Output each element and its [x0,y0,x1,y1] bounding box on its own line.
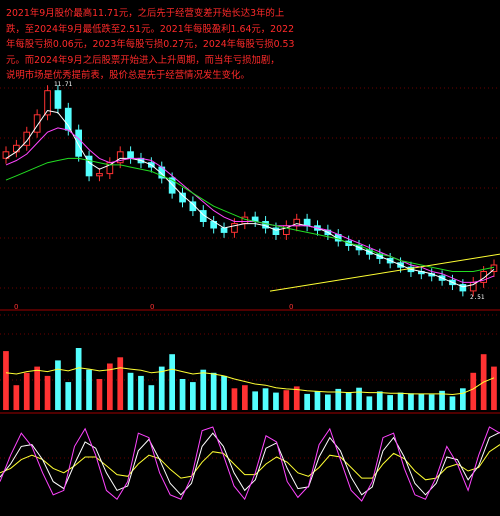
volume-bar [304,393,310,410]
annotation-line: 说明市场是优秀提前表，股价总是先于经营情况发生变化。 [6,70,250,82]
candle-body [54,90,62,109]
grid-lines [0,87,500,459]
volume-bar [34,366,40,410]
volume-bar [158,366,165,410]
oscillator-panel [0,426,500,502]
volume-bar [138,375,144,410]
volume-bar [107,363,113,410]
ma-long-line [5,157,495,272]
year-marker-3: 0 [289,303,293,311]
low-price-label: 2.51 [470,294,485,301]
volume-bar [23,372,30,410]
candle-body [96,173,103,177]
volume-bar [449,396,456,410]
price-panel [2,85,500,297]
volume-bar [397,392,404,410]
volume-bar [75,348,82,410]
volume-bar [428,394,435,410]
volume-bar [65,382,72,410]
volume-bar [273,392,279,410]
volume-bar [262,388,269,410]
volume-panel [3,348,497,410]
year-marker-2: 0 [150,303,154,311]
volume-bar [387,395,393,410]
volume-bar [242,385,248,410]
volume-bar [325,394,331,410]
volume-bar [460,388,466,410]
volume-bar [44,375,51,410]
annotation-line: 年每股亏损0.06元，2023年每股亏损0.27元，2024年每股亏损0.53 [6,39,295,51]
annotation-line: 跌，至2024年9月最低跌至2.51元。2021年每股盈利1.64元，2022 [6,23,295,35]
volume-bar [418,393,425,410]
volume-bar [491,366,497,410]
volume-bar [3,351,9,410]
volume-bar [55,360,61,410]
candle-body [127,151,134,159]
volume-bar [252,391,258,410]
volume-bar [221,375,227,410]
volume-bar [148,385,155,410]
volume-bar [376,391,383,410]
volume-bar [13,385,20,410]
volume-bar [86,369,92,410]
candle-body [64,107,72,131]
volume-bar [127,372,134,410]
volume-bar [179,379,186,410]
annotation-text: 2021年9月股价最高11.71元，之后先于经营变差开始长达3年的上 跌，至20… [6,6,295,84]
volume-bar [283,390,290,410]
candle-body [220,227,228,233]
annotation-line: 2021年9月股价最高11.71元，之后先于经营变差开始长达3年的上 [6,8,285,19]
volume-bar [190,382,196,410]
volume-bar [470,372,477,410]
volume-bar [314,391,321,410]
volume-bar [231,388,238,410]
annotation-line: 元。而2024年9月之后股票开始进入上升周期，而当年亏损加剧， [6,54,280,66]
candle-body [13,144,20,153]
candle-body [75,129,83,157]
volume-bar [210,372,217,410]
candle-body [303,218,311,227]
volume-bar [345,392,352,410]
volume-bar [117,357,124,410]
volume-bar [169,354,175,410]
volume-bar [96,379,103,410]
volume-bar [366,396,373,410]
year-marker-1: 0 [14,303,18,311]
volume-bar [408,393,414,410]
volume-bar [356,387,362,410]
panel-separators [0,309,500,414]
volume-bar [200,369,207,410]
